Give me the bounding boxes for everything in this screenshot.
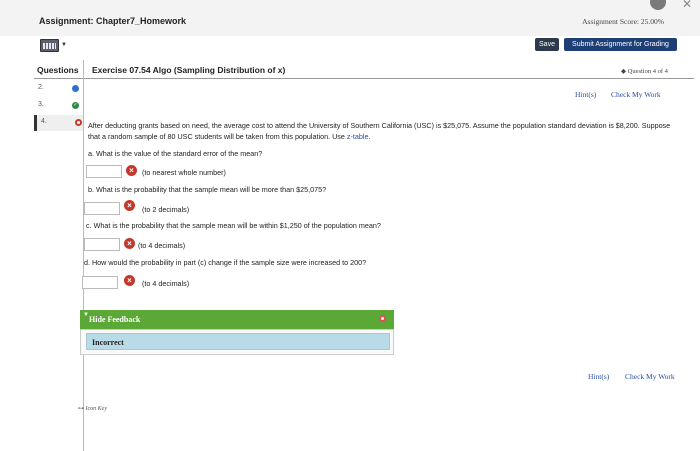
check-my-work-link[interactable]: Check My Work xyxy=(611,90,661,99)
question-number: 2. xyxy=(38,84,44,91)
icon-key-link[interactable]: ⊶ Icon Key xyxy=(78,405,107,412)
submit-assignment-button[interactable]: Submit Assignment for Grading xyxy=(564,38,677,51)
part-b-unit: (to 2 decimals) xyxy=(142,205,190,214)
part-d-unit: (to 4 decimals) xyxy=(142,279,190,288)
profile-icon[interactable] xyxy=(650,0,666,10)
feedback-status-icon xyxy=(379,315,386,322)
hint-link[interactable]: Hint(s) xyxy=(575,90,596,99)
incorrect-x-icon: × xyxy=(126,165,137,176)
question-number: 3. xyxy=(38,101,44,108)
header-divider xyxy=(34,78,694,79)
panel-divider xyxy=(83,60,84,451)
z-table-link[interactable]: z-table xyxy=(347,132,369,141)
part-b-input[interactable] xyxy=(84,202,120,215)
calculator-icon xyxy=(40,38,59,52)
key-icon: ⊶ xyxy=(78,406,84,412)
question-item-4[interactable]: 4. xyxy=(34,115,83,131)
feedback-toggle-label: Hide Feedback xyxy=(89,315,141,324)
assignment-title: Assignment: Chapter7_Homework xyxy=(39,16,187,26)
check-my-work-link-bottom[interactable]: Check My Work xyxy=(625,372,675,381)
part-c-unit: (to 4 decimals) xyxy=(138,241,186,250)
part-b-prompt: b. What is the probability that the samp… xyxy=(88,185,327,194)
assignment-score: Assignment Score: 25.00% xyxy=(582,17,664,26)
status-dot-icon xyxy=(72,85,79,92)
part-c-prompt: c. What is the probability that the samp… xyxy=(86,221,381,230)
part-d-prompt: d. How would the probability in part (c)… xyxy=(84,258,367,267)
questions-header: Questions xyxy=(37,65,79,75)
title-bar: Assignment: Chapter7_Homework Assignment… xyxy=(0,0,700,36)
close-icon[interactable]: ✕ xyxy=(682,0,692,11)
part-d-input[interactable] xyxy=(82,276,118,289)
feedback-result: Incorrect xyxy=(86,333,390,350)
part-a-input[interactable] xyxy=(86,165,122,178)
check-icon: ✓ xyxy=(72,102,79,109)
incorrect-icon xyxy=(75,119,82,126)
feedback-panel: Incorrect xyxy=(80,329,394,355)
question-counter[interactable]: ◆ Question 4 of 4 xyxy=(621,67,668,75)
hint-link-bottom[interactable]: Hint(s) xyxy=(588,372,609,381)
part-a-prompt: a. What is the value of the standard err… xyxy=(88,149,263,158)
incorrect-x-icon: × xyxy=(124,238,135,249)
part-c-input[interactable] xyxy=(84,238,120,251)
question-number: 4. xyxy=(41,118,47,125)
question-item-3[interactable]: 3. ✓ xyxy=(34,98,83,114)
calculator-button[interactable]: ▼ xyxy=(40,38,68,52)
incorrect-x-icon: × xyxy=(124,200,135,211)
part-a-unit: (to nearest whole number) xyxy=(142,168,226,177)
incorrect-x-icon: × xyxy=(124,275,135,286)
exercise-title: Exercise 07.54 Algo (Sampling Distributi… xyxy=(92,65,286,75)
hide-feedback-toggle[interactable]: ▼ Hide Feedback xyxy=(80,310,394,329)
chevron-down-icon: ▼ xyxy=(61,42,67,48)
save-button[interactable]: Save xyxy=(535,38,559,51)
question-item-2[interactable]: 2. xyxy=(34,81,83,97)
question-stem: After deducting grants based on need, th… xyxy=(88,121,671,141)
